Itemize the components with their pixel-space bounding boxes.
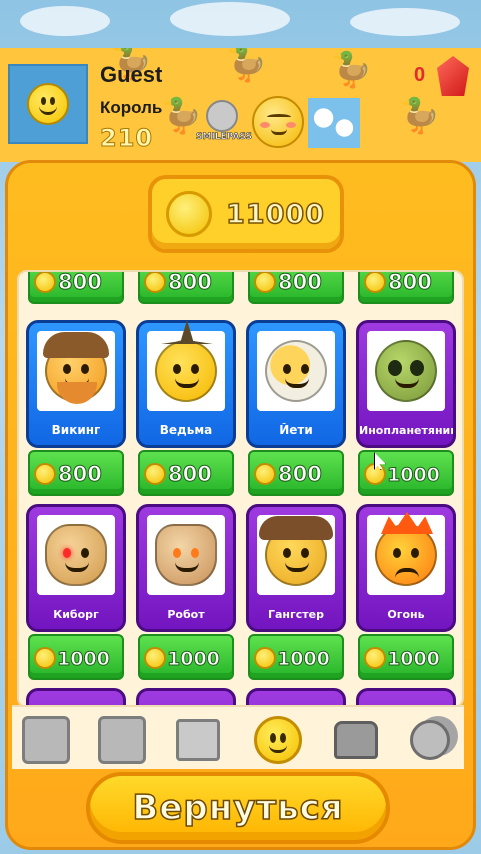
emoji-card-viking[interactable]: Викинг bbox=[26, 320, 126, 448]
coin-icon bbox=[166, 191, 212, 237]
fire-emoji-icon bbox=[375, 524, 437, 586]
ruby-gem-icon[interactable] bbox=[437, 56, 469, 96]
price-button[interactable]: 1000 bbox=[28, 634, 124, 680]
price-button[interactable]: 1000 bbox=[138, 634, 234, 680]
tab-tickets[interactable] bbox=[20, 715, 72, 765]
player-rank: Король bbox=[100, 98, 163, 117]
robot-emoji-icon bbox=[155, 524, 217, 586]
coin-icon bbox=[34, 272, 56, 293]
price-button[interactable]: 800 bbox=[358, 272, 454, 304]
equipped-emoji-icon[interactable] bbox=[252, 96, 304, 148]
emoji-card-alien[interactable]: Инопланетянин bbox=[356, 320, 456, 448]
coin-icon bbox=[144, 647, 166, 669]
player-name: Guest bbox=[100, 62, 163, 87]
emoji-card-yeti[interactable]: Йети bbox=[246, 320, 346, 448]
witch-emoji-icon bbox=[155, 340, 217, 402]
equipped-background-icon[interactable] bbox=[308, 98, 360, 148]
coin-icon bbox=[254, 647, 276, 669]
picture-icon bbox=[176, 719, 220, 761]
gems-count: 0 bbox=[414, 64, 426, 86]
duck-pattern-icon: 🦆 bbox=[330, 50, 373, 90]
price-button[interactable]: 1000 bbox=[248, 634, 344, 680]
emoji-card-gangster[interactable]: Гангстер bbox=[246, 504, 346, 632]
ticket-icon bbox=[22, 716, 70, 764]
tab-emojis[interactable] bbox=[252, 715, 304, 765]
gangster-emoji-icon bbox=[259, 516, 333, 586]
coin-icon bbox=[254, 463, 276, 485]
emoji-card-cyborg[interactable]: Киборг bbox=[26, 504, 126, 632]
duck-pattern-icon: 🦆 bbox=[398, 96, 441, 136]
emoji-name: Гангстер bbox=[267, 608, 324, 621]
coin-balance: 11000 bbox=[148, 175, 344, 253]
emoji-name: Йети bbox=[279, 423, 313, 437]
yeti-emoji-icon bbox=[265, 340, 327, 402]
smilepass-icon[interactable] bbox=[206, 100, 238, 132]
smiley-avatar-icon bbox=[27, 83, 69, 125]
price-button[interactable]: 800 bbox=[28, 450, 124, 496]
coin-icon bbox=[254, 272, 276, 293]
profile-header: 🦆 🦆 🦆 🦆 🦆 Guest Король 210 SMILEPASS 0 bbox=[0, 48, 481, 162]
price-button[interactable]: 1000 bbox=[358, 450, 454, 496]
emoji-name: Огонь bbox=[387, 608, 425, 621]
price-button[interactable]: 1000 bbox=[358, 634, 454, 680]
tab-coins[interactable] bbox=[404, 715, 456, 765]
coins-icon bbox=[410, 720, 450, 760]
emoji-card-witch[interactable]: Ведьма bbox=[136, 320, 236, 448]
tab-profile[interactable] bbox=[96, 715, 148, 765]
avatar[interactable] bbox=[8, 64, 88, 144]
viking-emoji-icon bbox=[43, 332, 109, 404]
price-button[interactable]: 800 bbox=[248, 450, 344, 496]
emoji-card-robot[interactable]: Робот bbox=[136, 504, 236, 632]
coin-icon bbox=[364, 647, 386, 669]
sky-cloud bbox=[20, 6, 110, 36]
coin-icon bbox=[34, 463, 56, 485]
profile-icon bbox=[98, 716, 146, 764]
coin-icon bbox=[34, 647, 56, 669]
emoji-name: Киборг bbox=[53, 608, 99, 621]
emoji-name: Робот bbox=[167, 608, 205, 621]
category-tab-bar bbox=[12, 705, 464, 769]
price-button[interactable]: 800 bbox=[248, 272, 344, 304]
duck-pattern-icon: 🦆 bbox=[160, 96, 203, 136]
sky-cloud bbox=[170, 2, 290, 36]
player-score: 210 bbox=[99, 124, 154, 153]
emoji-name: Ведьма bbox=[159, 423, 213, 437]
emoji-name: Викинг bbox=[51, 423, 101, 437]
emoji-name: Инопланетянин bbox=[359, 424, 453, 437]
tab-chests[interactable] bbox=[330, 715, 382, 765]
coin-icon bbox=[364, 272, 386, 293]
emoji-shop-grid[interactable]: 800 800 800 800 Викинг Ведьма Йети Инопл… bbox=[17, 270, 464, 708]
sky-cloud bbox=[350, 8, 460, 36]
coin-icon bbox=[144, 463, 166, 485]
price-button[interactable]: 800 bbox=[138, 272, 234, 304]
price-button[interactable]: 800 bbox=[28, 272, 124, 304]
duck-pattern-icon: 🦆 bbox=[225, 48, 268, 84]
tab-backgrounds[interactable] bbox=[172, 715, 224, 765]
price-button[interactable]: 800 bbox=[138, 450, 234, 496]
cyborg-emoji-icon bbox=[45, 524, 107, 586]
chest-icon bbox=[334, 721, 378, 759]
alien-emoji-icon bbox=[375, 340, 437, 402]
back-button-label: Вернуться bbox=[132, 787, 344, 829]
back-button[interactable]: Вернуться bbox=[86, 772, 390, 844]
smilepass-label: SMILEPASS bbox=[196, 132, 253, 143]
emoji-card-fire[interactable]: Огонь bbox=[356, 504, 456, 632]
smile-icon bbox=[254, 716, 302, 764]
coin-balance-value: 11000 bbox=[225, 198, 325, 231]
coin-icon bbox=[144, 272, 166, 293]
